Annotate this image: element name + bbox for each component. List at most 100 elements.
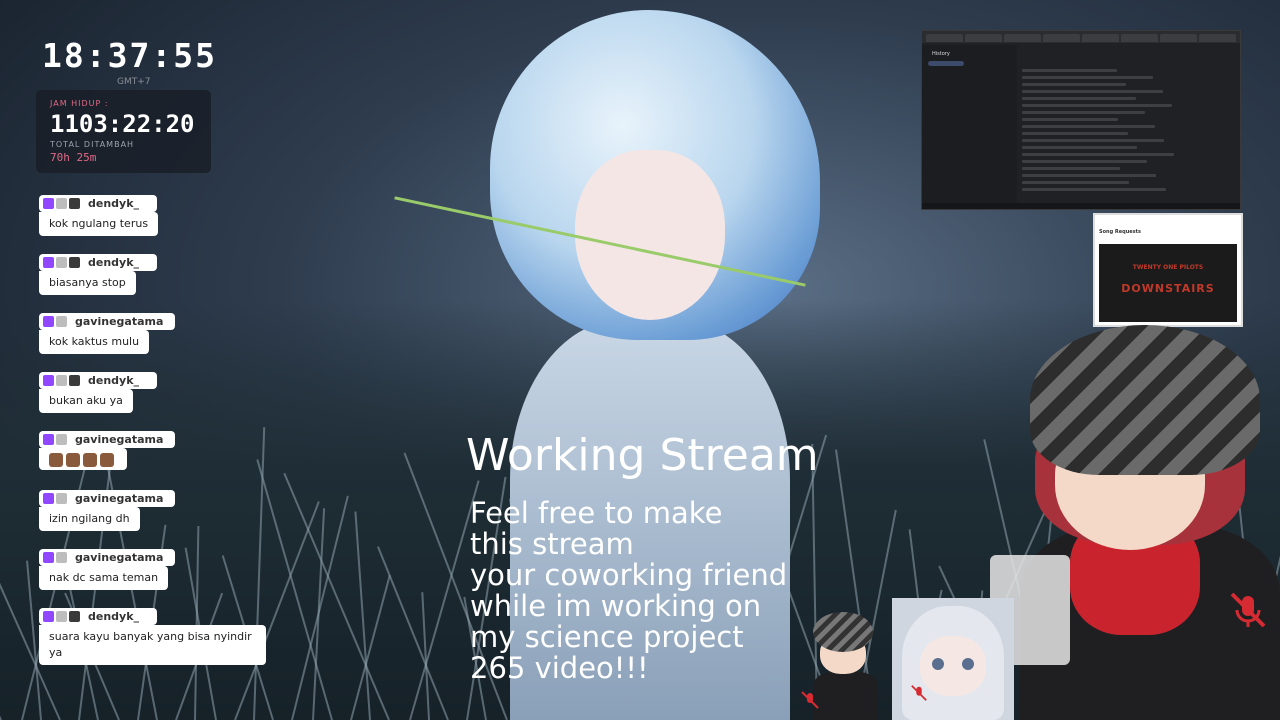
chat-message: dendyk_ bukan aku ya (39, 372, 279, 431)
history-row (1022, 97, 1136, 100)
chat-text: kok ngulang terus (39, 212, 159, 236)
timezone-label: GMT+7 (117, 77, 151, 87)
chat-message-header: dendyk_ (39, 254, 157, 271)
clock: 18:37:55 (42, 36, 217, 75)
badge-icon (69, 257, 80, 268)
song-band: TWENTY ONE PILOTS (1132, 264, 1204, 271)
history-row (1022, 111, 1146, 114)
chat-message: dendyk_ kok ngulang terus (39, 195, 279, 254)
character-face (575, 150, 725, 320)
history-row (1022, 160, 1147, 163)
twitch-icon (43, 493, 54, 504)
chat-text: suara kayu banyak yang bisa nyindir ya (39, 625, 266, 665)
badge-icon (56, 434, 67, 445)
chat-message-header: gavinegatama (39, 313, 175, 330)
song-video: TWENTY ONE PILOTS DOWNSTAIRS (1099, 244, 1237, 322)
chat-message-header: gavinegatama (39, 490, 175, 507)
badge-icon (56, 552, 67, 563)
taskbar (922, 203, 1240, 209)
chat-username: dendyk_ (88, 197, 140, 210)
twitch-icon (43, 375, 54, 386)
chat-message-header: gavinegatama (39, 549, 175, 566)
chat-message: dendyk_ biasanya stop (39, 254, 279, 313)
chat-message: dendyk_ suara kayu banyak yang bisa nyin… (39, 608, 279, 667)
song-requests-title: Song Requests (1099, 229, 1142, 235)
history-row (1022, 69, 1117, 72)
mic-muted-icon (1230, 592, 1266, 628)
badge-icon (69, 375, 80, 386)
chat-message: gavinegatama (39, 431, 279, 490)
history-row (1022, 76, 1154, 79)
chat-message: gavinegatama nak dc sama teman (39, 549, 279, 608)
history-row (1022, 146, 1138, 149)
mic-muted-icon (801, 691, 819, 709)
chat-text: biasanya stop (39, 271, 136, 295)
chat-username: dendyk_ (88, 610, 140, 623)
history-row (1022, 132, 1128, 135)
chat-message-header: dendyk_ (39, 195, 157, 212)
chat-text: izin ngilang dh (39, 507, 140, 531)
chat-emotes (39, 448, 127, 470)
browser-history-capture: History (921, 30, 1241, 210)
chat-username: dendyk_ (88, 374, 140, 387)
description-line: 265 video!!! (470, 651, 649, 685)
added-label: TOTAL DITAMBAH (50, 140, 135, 149)
emote-icon (100, 453, 114, 467)
stream-title: Working Stream (466, 430, 819, 481)
description-line: this stream (470, 527, 634, 561)
history-row (1022, 139, 1165, 142)
chat-message: gavinegatama kok kaktus mulu (39, 313, 279, 372)
added-value: 70h 25m (50, 151, 97, 164)
badge-icon (69, 611, 80, 622)
mic-muted-icon (911, 685, 927, 701)
badge-icon (56, 198, 67, 209)
badge-icon (56, 257, 67, 268)
uptime-widget: JAM HIDUP : 1103:22:20 TOTAL DITAMBAH 70… (36, 90, 211, 173)
twitch-icon (43, 257, 54, 268)
chat-text: nak dc sama teman (39, 566, 169, 590)
emote-icon (66, 453, 80, 467)
history-row (1022, 167, 1120, 170)
badge-icon (56, 493, 67, 504)
chat-text: bukan aku ya (39, 389, 133, 413)
description-line: while im working on (470, 589, 762, 623)
history-row (1022, 174, 1157, 177)
twitch-icon (43, 611, 54, 622)
chat-username: gavinegatama (75, 551, 164, 564)
chat-username: gavinegatama (75, 315, 164, 328)
history-row (1022, 90, 1163, 93)
description-line: Feel free to make (470, 496, 723, 530)
history-title: History (932, 51, 950, 57)
history-row (1022, 153, 1174, 156)
badge-icon (56, 611, 67, 622)
chat-username: dendyk_ (88, 256, 140, 269)
chat-overlay: dendyk_ kok ngulang terus dendyk_ biasan… (39, 195, 279, 667)
history-row (1022, 118, 1119, 121)
description-line: my science project (470, 620, 744, 654)
history-sidebar: History (922, 45, 1017, 203)
badge-icon (69, 198, 80, 209)
chat-message-header: dendyk_ (39, 372, 157, 389)
history-row (1022, 188, 1166, 191)
chat-message-header: gavinegatama (39, 431, 175, 448)
history-row (1022, 181, 1130, 184)
history-row (1022, 104, 1173, 107)
twitch-icon (43, 198, 54, 209)
emote-icon (49, 453, 63, 467)
chat-username: gavinegatama (75, 492, 164, 505)
stream-description: Feel free to make this stream your cowor… (470, 498, 787, 684)
chat-username: gavinegatama (75, 433, 164, 446)
history-row (1022, 83, 1127, 86)
avatar-hat (1030, 325, 1260, 475)
twitch-icon (43, 316, 54, 327)
chat-message: gavinegatama izin ngilang dh (39, 490, 279, 549)
vtuber-avatar (990, 325, 1280, 720)
description-line: your coworking friend (470, 558, 788, 592)
uptime-value: 1103:22:20 (50, 110, 195, 138)
browser-tabs (922, 31, 1240, 43)
badge-icon (56, 375, 67, 386)
song-track: DOWNSTAIRS (1121, 282, 1215, 295)
emote-icon (83, 453, 97, 467)
history-row (1022, 125, 1155, 128)
uptime-label: JAM HIDUP : (50, 99, 109, 108)
